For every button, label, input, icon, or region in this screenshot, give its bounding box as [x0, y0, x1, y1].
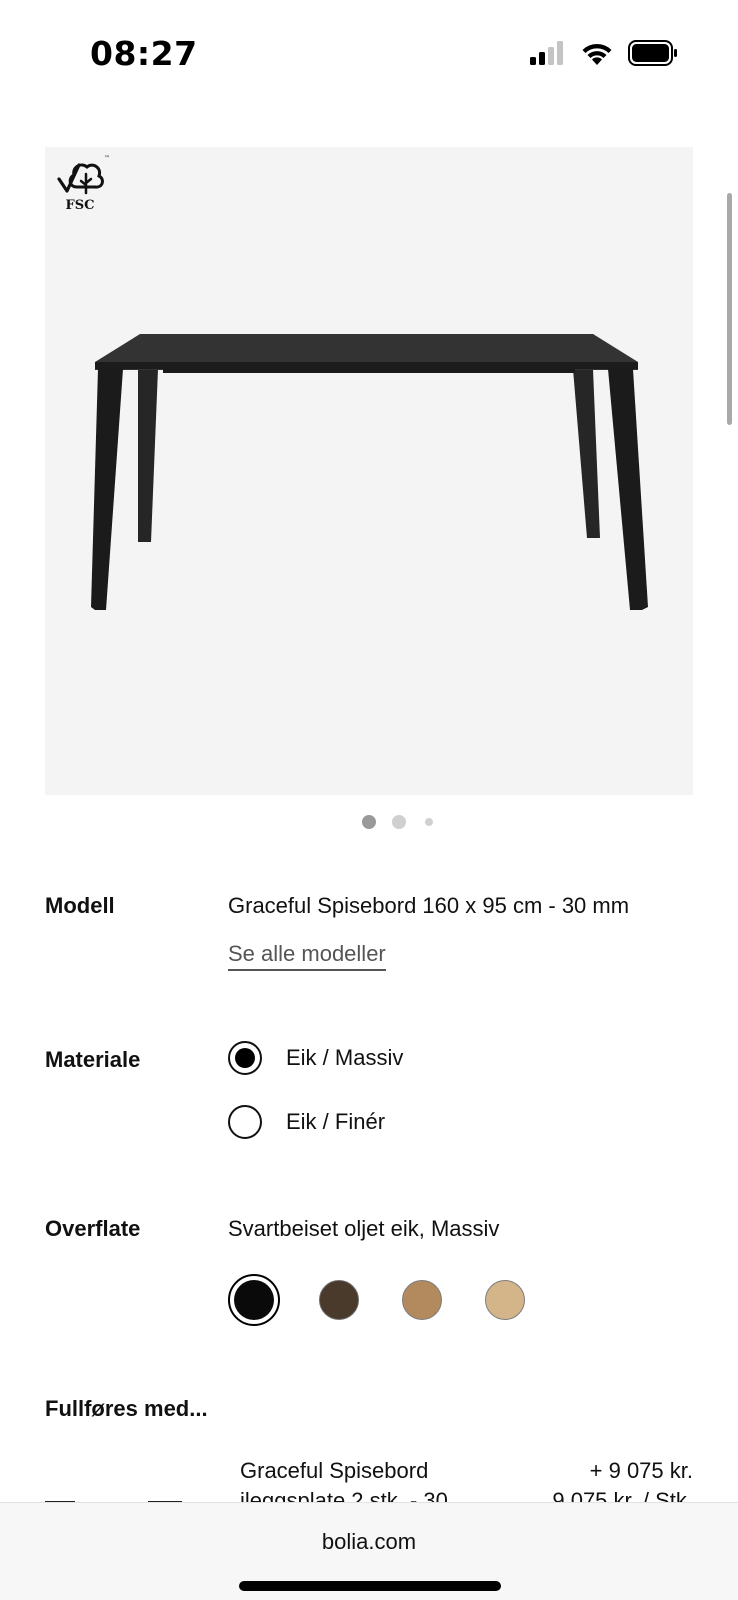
svg-text:™: ™	[104, 155, 110, 162]
swatch-natural-oak[interactable]	[396, 1274, 448, 1326]
material-option-veneer[interactable]: Eik / Finér	[228, 1105, 385, 1139]
model-label: Modell	[45, 893, 115, 918]
model-value: Graceful Spisebord 160 x 95 cm - 30 mm	[228, 893, 630, 918]
carousel-dot-2[interactable]	[392, 815, 406, 829]
material-option-label: Eik / Massiv	[286, 1045, 404, 1070]
fsc-logo: ™ FSC	[57, 155, 110, 213]
status-icons	[530, 40, 678, 66]
home-indicator[interactable]	[239, 1581, 501, 1591]
wifi-icon	[582, 43, 612, 65]
radio-button-selected[interactable]	[228, 1041, 262, 1075]
addons-title: Fullføres med...	[45, 1396, 208, 1421]
table-illustration	[91, 334, 648, 610]
material-option-massive[interactable]: Eik / Massiv	[228, 1041, 403, 1075]
product-image[interactable]: ™ FSC	[45, 147, 693, 795]
finish-value: Svartbeiset oljet eik, Massiv	[228, 1216, 500, 1241]
material-option-label: Eik / Finér	[286, 1109, 386, 1134]
see-all-models-link[interactable]: Se alle modeller	[228, 941, 386, 971]
address-bar[interactable]: bolia.com	[0, 1529, 738, 1555]
addon-name-line1: Graceful Spisebord	[240, 1458, 429, 1483]
carousel-dot-3[interactable]	[425, 818, 433, 826]
status-time: 08:27	[90, 34, 198, 73]
scroll-indicator[interactable]	[727, 193, 732, 425]
finish-label: Overflate	[45, 1216, 141, 1241]
swatch-black-stained-oak[interactable]	[228, 1274, 280, 1326]
addon-price-total: + 9 075 kr.	[589, 1458, 693, 1483]
fsc-label: FSC	[66, 198, 95, 213]
battery-icon	[628, 40, 677, 66]
status-bar: 08:27	[0, 0, 738, 110]
swatch-light-oak[interactable]	[479, 1274, 531, 1326]
radio-button[interactable]	[228, 1105, 262, 1139]
cellular-signal-icon	[530, 41, 563, 65]
finish-swatches	[228, 1274, 548, 1326]
material-label: Materiale	[45, 1047, 141, 1072]
browser-bottom-bar: bolia.com	[0, 1502, 738, 1600]
swatch-dark-oak[interactable]	[313, 1274, 365, 1326]
carousel-dots	[0, 813, 738, 831]
carousel-dot-1[interactable]	[362, 815, 376, 829]
